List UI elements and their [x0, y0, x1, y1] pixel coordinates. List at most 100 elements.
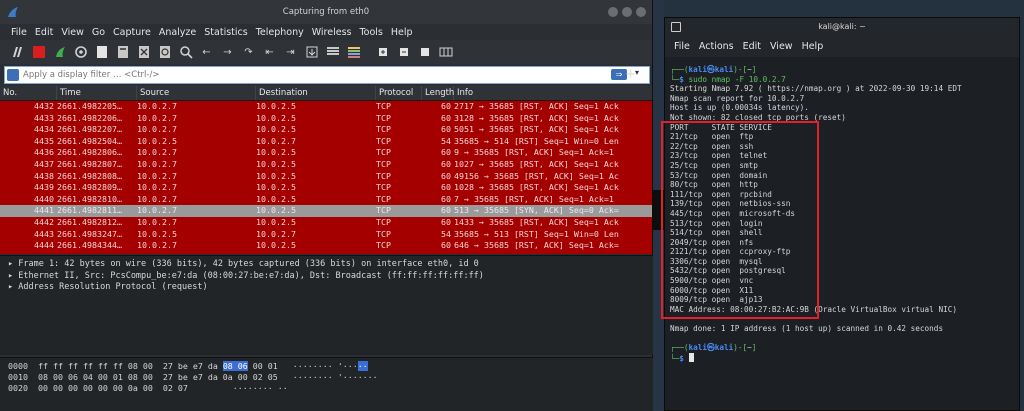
- open-file-icon[interactable]: [93, 44, 110, 61]
- menu-analyze[interactable]: Analyze: [159, 27, 196, 38]
- add-filter-button-icon[interactable]: +: [625, 67, 636, 82]
- terminal-menu-view[interactable]: View: [770, 41, 793, 52]
- zoom-in-icon[interactable]: [374, 44, 391, 61]
- packet-info: 513 → 35685 [SYN, ACK] Seq=0 Ack=: [454, 205, 619, 216]
- packet-protocol: TCP: [376, 158, 391, 169]
- packet-time: 2661.4982504…: [57, 135, 122, 146]
- menu-help[interactable]: Help: [391, 27, 413, 38]
- packet-bytes-pane: 0000 ff ff ff ff ff ff 08 00 27 be e7 da…: [0, 357, 653, 411]
- packet-source: 10.0.2.7: [137, 112, 177, 123]
- packet-row[interactable]: 4442 2661.4982812… 10.0.2.7 10.0.2.5 TCP 60 14…: [0, 217, 652, 229]
- bytes-line: 0000 ff ff ff ff ff ff 08 00 27 be e7 da…: [8, 361, 653, 372]
- packet-no: 4444: [34, 240, 54, 251]
- maximize-icon[interactable]: [622, 7, 632, 17]
- packet-destination: 10.0.2.5: [256, 112, 296, 123]
- packet-source: 10.0.2.7: [137, 216, 177, 227]
- column-info[interactable]: Info: [454, 86, 652, 100]
- interfaces-icon[interactable]: [9, 44, 26, 61]
- column-no[interactable]: No.: [0, 86, 57, 100]
- packet-row[interactable]: 4436 2661.4982806… 10.0.2.7 10.0.2.5 TCP 60 9 …: [0, 147, 652, 159]
- column-destination[interactable]: Destination: [256, 86, 376, 100]
- terminal-menu-help[interactable]: Help: [802, 41, 824, 52]
- packet-length: 60: [441, 112, 451, 123]
- detail-tree-item[interactable]: ▸ Ethernet II, Src: PcsCompu_be:e7:da (0…: [8, 271, 653, 283]
- packet-time: 2661.4982809…: [57, 182, 122, 193]
- packet-no: 4443: [34, 228, 54, 239]
- packet-source: 10.0.2.7: [137, 182, 177, 193]
- terminal-menu-actions[interactable]: Actions: [699, 41, 734, 52]
- packet-row[interactable]: 4440 2661.4982810… 10.0.2.7 10.0.2.5 TCP 60 7 …: [0, 194, 652, 206]
- wireshark-toolbar: ← → ↷ ⇤ ⇥: [0, 40, 652, 64]
- packet-row[interactable]: 4435 2661.4982504… 10.0.2.5 10.0.2.7 TCP 54 35…: [0, 136, 652, 148]
- display-filter-bar[interactable]: Apply a display filter … <Ctrl-/> ⇒ ▾: [4, 66, 650, 84]
- column-source[interactable]: Source: [137, 86, 256, 100]
- colored-list-icon[interactable]: [345, 44, 362, 61]
- close-file-icon[interactable]: [135, 44, 152, 61]
- packet-row[interactable]: 4439 2661.4982809… 10.0.2.7 10.0.2.5 TCP 60 10…: [0, 182, 652, 194]
- menu-file[interactable]: File: [11, 27, 27, 38]
- menu-capture[interactable]: Capture: [113, 27, 151, 38]
- packet-info: 646 → 35685 [RST, ACK] Seq=1 Ack=: [454, 240, 619, 251]
- packet-row[interactable]: 4441 2661.4982811… 10.0.2.7 10.0.2.5 TCP 60 51…: [0, 205, 652, 217]
- terminal-menu-file[interactable]: File: [674, 41, 690, 52]
- packet-row[interactable]: 4437 2661.4982807… 10.0.2.7 10.0.2.5 TCP 60 10…: [0, 159, 652, 171]
- packet-row[interactable]: 4438 2661.4982808… 10.0.2.7 10.0.2.5 TCP 60 49…: [0, 171, 652, 183]
- menu-view[interactable]: View: [61, 27, 84, 38]
- packet-no: 4438: [34, 170, 54, 181]
- packet-length: 60: [441, 101, 451, 111]
- go-to-packet-icon[interactable]: ↷: [240, 44, 257, 61]
- terminal-menu-edit[interactable]: Edit: [743, 41, 761, 52]
- menu-tools[interactable]: Tools: [359, 27, 382, 38]
- detail-tree-item[interactable]: ▸ Address Resolution Protocol (request): [8, 282, 653, 294]
- first-packet-icon[interactable]: ⇤: [261, 44, 278, 61]
- find-packet-icon[interactable]: [177, 44, 194, 61]
- packet-list: 4432 2661.4982205… 10.0.2.7 10.0.2.5 TCP 60 27…: [0, 101, 652, 254]
- column-time[interactable]: Time: [57, 86, 137, 100]
- detail-tree-item[interactable]: ▸ Frame 1: 42 bytes on wire (336 bits), …: [8, 259, 653, 271]
- prompt-bracket: ]: [751, 343, 757, 353]
- open-ports-highlight-box: [661, 121, 819, 319]
- save-file-icon[interactable]: [114, 44, 131, 61]
- packet-info: 5051 → 35685 [RST, ACK] Seq=1 Ack: [454, 124, 619, 135]
- reload-file-icon[interactable]: [156, 44, 173, 61]
- packet-source: 10.0.2.7: [137, 193, 177, 204]
- menu-wireless[interactable]: Wireless: [312, 27, 352, 38]
- packet-protocol: TCP: [376, 216, 391, 227]
- bytes-offset: 0010: [8, 372, 38, 382]
- menu-edit[interactable]: Edit: [35, 27, 53, 38]
- zoom-out-icon[interactable]: [395, 44, 412, 61]
- packet-row[interactable]: 4434 2661.4982207… 10.0.2.7 10.0.2.5 TCP 60 50…: [0, 124, 652, 136]
- packet-destination: 10.0.2.5: [256, 182, 296, 193]
- command-text: sudo nmap -F 10.0.2.7: [688, 74, 786, 84]
- column-length[interactable]: Length: [422, 86, 454, 100]
- prompt-bracket: ┌──(: [670, 65, 689, 74]
- packet-destination: 10.0.2.5: [256, 193, 296, 204]
- normal-size-icon[interactable]: [416, 44, 433, 61]
- go-forward-icon[interactable]: →: [219, 44, 236, 61]
- resize-columns-icon[interactable]: [437, 44, 454, 61]
- menu-telephony[interactable]: Telephony: [256, 27, 304, 38]
- menu-go[interactable]: Go: [92, 27, 105, 38]
- packet-row[interactable]: 4433 2661.4982206… 10.0.2.7 10.0.2.5 TCP 60 31…: [0, 113, 652, 125]
- bytes-ascii: ········ '·······: [277, 372, 378, 382]
- packet-row[interactable]: 4444 2661.4984344… 10.0.2.7 10.0.2.5 TCP 60 64…: [0, 240, 652, 252]
- packet-protocol: TCP: [376, 170, 391, 181]
- display-filter-placeholder: Apply a display filter … <Ctrl-/>: [23, 70, 160, 80]
- column-protocol[interactable]: Protocol: [376, 86, 422, 100]
- packet-row[interactable]: 4443 2661.4983247… 10.0.2.5 10.0.2.7 TCP 54 35…: [0, 229, 652, 241]
- close-icon[interactable]: [636, 7, 646, 17]
- packet-row[interactable]: 4432 2661.4982205… 10.0.2.7 10.0.2.5 TCP 60 27…: [0, 101, 652, 113]
- last-packet-icon[interactable]: ⇥: [282, 44, 299, 61]
- terminal-icon: [671, 22, 681, 32]
- go-back-icon[interactable]: ←: [198, 44, 215, 61]
- stop-capture-icon[interactable]: [30, 44, 47, 61]
- restart-capture-icon[interactable]: [51, 44, 68, 61]
- bookmark-icon[interactable]: [7, 69, 19, 81]
- command-line: └─$ sudo nmap -F 10.0.2.7: [670, 75, 1019, 85]
- colorize-icon[interactable]: [324, 44, 341, 61]
- autoscroll-icon[interactable]: [303, 44, 320, 61]
- capture-options-icon[interactable]: [72, 44, 89, 61]
- packet-length: 60: [441, 147, 451, 158]
- menu-statistics[interactable]: Statistics: [204, 27, 247, 38]
- minimize-icon[interactable]: [608, 7, 618, 17]
